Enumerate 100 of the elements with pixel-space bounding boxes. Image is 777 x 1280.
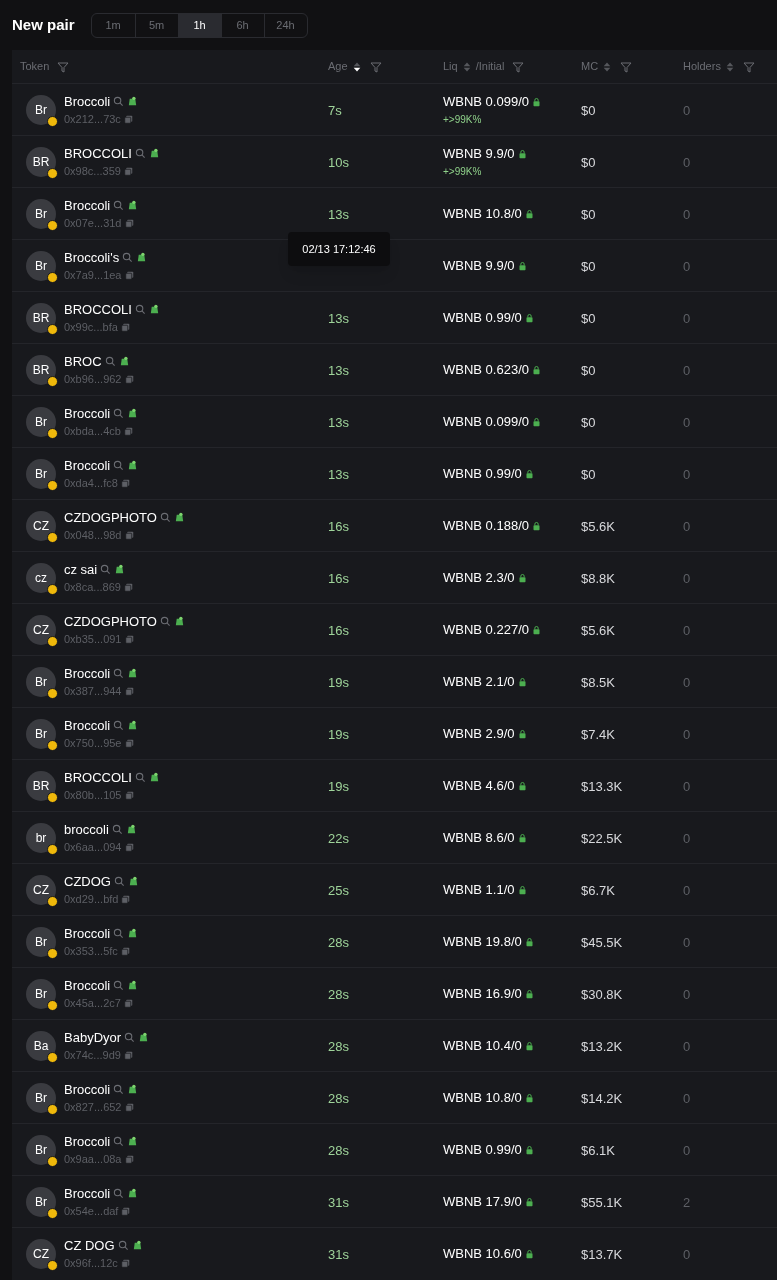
- token-avatar: Br: [26, 1082, 56, 1113]
- market-cap-value: $8.8K: [581, 570, 615, 586]
- liquidity-value: WBNB 9.9/0: [443, 256, 515, 275]
- copy-icon[interactable]: [123, 166, 133, 176]
- search-icon: [113, 719, 125, 731]
- token-address: 0x387...944: [64, 684, 122, 699]
- copy-icon[interactable]: [124, 530, 134, 540]
- age-value: 22s: [328, 830, 349, 846]
- token-address: 0x750...95e: [64, 736, 122, 751]
- column-header[interactable]: Holders: [683, 58, 721, 75]
- column-header[interactable]: Age: [328, 58, 348, 75]
- copy-icon[interactable]: [124, 634, 134, 644]
- chain-badge-icon: [47, 167, 58, 179]
- pouch-icon: [136, 251, 148, 263]
- sort-icon[interactable]: [351, 60, 362, 73]
- filter-icon[interactable]: [620, 60, 633, 73]
- search-icon: [113, 95, 125, 107]
- copy-icon[interactable]: [124, 270, 134, 280]
- token-address: 0x96f...12c: [64, 1256, 118, 1271]
- column-header[interactable]: Token: [20, 58, 50, 75]
- holders-count: 0: [683, 1038, 691, 1054]
- filter-icon[interactable]: [57, 60, 70, 73]
- search-icon: [134, 771, 146, 783]
- copy-icon[interactable]: [123, 1050, 133, 1060]
- holders-count: 0: [683, 622, 691, 638]
- copy-icon[interactable]: [123, 582, 133, 592]
- chain-badge-icon: [47, 999, 58, 1011]
- copy-icon[interactable]: [121, 1206, 131, 1216]
- token-avatar: BR: [26, 770, 56, 801]
- copy-icon[interactable]: [124, 686, 134, 696]
- copy-icon[interactable]: [123, 998, 133, 1008]
- copy-icon[interactable]: [124, 1102, 134, 1112]
- pouch-icon: [131, 1239, 143, 1251]
- copy-icon[interactable]: [120, 946, 130, 956]
- liquidity-value: WBNB 2.3/0: [443, 568, 515, 587]
- token-address: 0xb96...962: [64, 372, 122, 387]
- token-name: Broccoli: [64, 196, 111, 215]
- copy-icon[interactable]: [124, 738, 134, 748]
- age-value: 13s: [328, 466, 349, 482]
- copy-icon[interactable]: [124, 218, 134, 228]
- age-value: 19s: [328, 726, 349, 742]
- pouch-icon: [114, 563, 126, 575]
- lock-icon: [524, 988, 534, 999]
- timeframe-tab[interactable]: 1h: [177, 13, 221, 37]
- liquidity-value: WBNB 0.99/0: [443, 464, 522, 483]
- market-cap-value: $0: [581, 310, 596, 326]
- chain-badge-icon: [47, 1207, 58, 1219]
- timeframe-tab[interactable]: 6h: [220, 13, 264, 37]
- lock-icon: [524, 1092, 534, 1103]
- copy-icon[interactable]: [120, 1258, 130, 1268]
- copy-icon[interactable]: [123, 426, 133, 436]
- timeframe-tab[interactable]: 1m: [91, 13, 135, 37]
- filter-icon[interactable]: [512, 60, 525, 73]
- liquidity-value: WBNB 0.99/0: [443, 308, 522, 327]
- copy-icon[interactable]: [123, 114, 133, 124]
- copy-icon[interactable]: [124, 842, 134, 852]
- token-address: 0xbda...4cb: [64, 424, 121, 439]
- age-value: 16s: [328, 570, 349, 586]
- holders-count: 0: [683, 362, 691, 378]
- column-header[interactable]: Liq: [443, 58, 458, 75]
- copy-icon[interactable]: [124, 374, 134, 384]
- pouch-icon: [127, 95, 139, 107]
- lock-icon: [517, 572, 527, 583]
- holders-count: 0: [683, 674, 691, 690]
- search-icon: [117, 1239, 129, 1251]
- holders-count: 0: [683, 570, 691, 586]
- token-address: 0x7a9...1ea: [64, 268, 122, 283]
- filter-icon[interactable]: [369, 60, 382, 73]
- timeframe-tab[interactable]: 5m: [134, 13, 178, 37]
- age-value: 16s: [328, 622, 349, 638]
- token-name: broccoli: [64, 820, 109, 839]
- liquidity-value: WBNB 10.4/0: [443, 1036, 522, 1055]
- pouch-icon: [173, 511, 185, 523]
- filter-icon[interactable]: [742, 60, 755, 73]
- copy-icon[interactable]: [120, 322, 130, 332]
- token-name: BROCCOLI: [64, 768, 132, 787]
- market-cap-value: $30.8K: [581, 986, 623, 1002]
- column-header[interactable]: MC: [581, 58, 599, 75]
- pouch-icon: [127, 719, 139, 731]
- market-cap-value: $13.7K: [581, 1246, 623, 1262]
- holders-count: 0: [683, 882, 691, 898]
- token-address: 0x048...98d: [64, 528, 122, 543]
- timeframe-tab[interactable]: 24h: [263, 13, 307, 37]
- token-name: BROCCOLI: [64, 300, 132, 319]
- search-icon: [113, 1083, 125, 1095]
- market-cap-value: $0: [581, 206, 596, 222]
- liquidity-value: WBNB 10.8/0: [443, 1088, 522, 1107]
- copy-icon[interactable]: [120, 478, 130, 488]
- chain-badge-icon: [47, 531, 58, 543]
- search-icon: [159, 615, 171, 627]
- lock-icon: [524, 208, 534, 219]
- pouch-icon: [127, 1187, 139, 1199]
- lock-icon: [524, 1248, 534, 1259]
- token-address: 0xda4...fc8: [64, 476, 118, 491]
- lock-icon: [517, 780, 527, 791]
- token-name: Broccoli's: [64, 248, 120, 267]
- copy-icon[interactable]: [124, 790, 134, 800]
- copy-icon[interactable]: [121, 894, 131, 904]
- copy-icon[interactable]: [124, 1154, 134, 1164]
- market-cap-value: $55.1K: [581, 1194, 623, 1210]
